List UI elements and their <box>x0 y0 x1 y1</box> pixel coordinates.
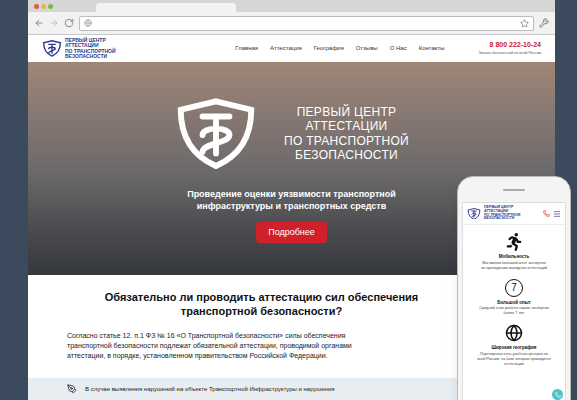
pen-icon <box>67 384 77 394</box>
reload-icon[interactable] <box>64 18 74 28</box>
page-icon <box>84 19 92 27</box>
settings-icon[interactable] <box>539 18 549 28</box>
site-logo[interactable]: ПЕРВЫЙ ЦЕНТРАТТЕСТАЦИИПО ТРАНСПОРТНОЙБЕЗ… <box>42 38 116 59</box>
window-controls <box>34 4 53 9</box>
feature-card: МобильностьМы имеем большой штат эксперт… <box>463 233 565 271</box>
question-title-line: транспортной безопасности? <box>181 304 342 318</box>
mobile-phone-icon[interactable] <box>543 210 550 217</box>
logo-icon <box>467 208 481 220</box>
nav-item[interactable]: Аттестация <box>270 44 302 53</box>
nav-item[interactable]: Отзывы <box>356 44 378 53</box>
feature-text-line: аттестация <box>504 362 524 367</box>
hero-shield-icon <box>174 98 258 169</box>
browser-tab[interactable] <box>96 3 236 12</box>
feature-text-line: всей России, на базе которых проводится <box>477 357 551 362</box>
close-dot[interactable] <box>34 4 39 9</box>
feature-card: Широкая географияПартнерская сеть учебны… <box>463 324 565 367</box>
feature-title: Большой опыт <box>497 300 531 307</box>
more-button[interactable]: Подробнее <box>256 222 327 244</box>
nav-item[interactable]: О Нас <box>390 44 407 53</box>
mobile-logo[interactable]: ПЕРВЫЙ ЦЕНТРАТТЕСТАЦИИПО ТРАНСПОРТНОЙБЕЗ… <box>467 206 520 221</box>
hero-subtitle-line: Проведение оценки уязвимости транспортно… <box>187 189 396 200</box>
logo-icon <box>42 40 62 57</box>
logo-line: БЕЗОПАСНОСТИ <box>484 217 520 221</box>
phone-mockup: ПЕРВЫЙ ЦЕНТРАТТЕСТАЦИИПО ТРАНСПОРТНОЙБЕЗ… <box>457 176 571 400</box>
bookmark-icon[interactable] <box>520 19 529 28</box>
hero-title-line: БЕЗОПАСНОСТИ <box>295 148 398 162</box>
feature-title: Мобильность <box>499 254 530 261</box>
hero-subtitle: Проведение оценки уязвимости транспортно… <box>187 189 396 212</box>
main-nav: Главная Аттестация География Отзывы О Нас Кон… <box>235 44 444 53</box>
logo-line: БЕЗОПАСНОСТИ <box>65 54 116 59</box>
question-title-line: Обязательно ли проводить аттестацию сил … <box>105 290 419 304</box>
feature-text-line: более 7 лет <box>504 311 525 316</box>
minimize-dot[interactable] <box>41 4 46 9</box>
feature-card: 7 Большой опытСредний стаж работы наших э… <box>463 279 565 317</box>
screen: ПЕРВЫЙ ЦЕНТРАТТЕСТАЦИИПО ТРАНСПОРТНОЙБЕЗ… <box>0 0 577 400</box>
mobile-menu-icon[interactable] <box>553 210 561 218</box>
phone-note: Звонок бесплатный по всей России <box>479 51 541 57</box>
phone-speaker <box>503 189 525 191</box>
address-bar <box>28 12 555 35</box>
maximize-dot[interactable] <box>48 4 53 9</box>
globe-icon <box>505 324 523 342</box>
site-header: ПЕРВЫЙ ЦЕНТРАТТЕСТАЦИИПО ТРАНСПОРТНОЙБЕЗ… <box>28 35 555 62</box>
feature-text-line: Партнерская сеть учебных центров по <box>480 352 548 357</box>
hero-brand: ПЕРВЫЙ ЦЕНТРАТТЕСТАЦИИПО ТРАНСПОРТНОЙБЕЗ… <box>174 98 409 169</box>
back-icon[interactable] <box>34 18 44 28</box>
number-badge-icon: 7 <box>505 279 523 297</box>
hero-subtitle-line: инфраструктуры и транспортных средств <box>197 201 387 212</box>
chat-button[interactable] <box>552 389 563 400</box>
phone-number[interactable]: 8 800 222-10-24 <box>490 40 541 51</box>
phone-screen: ПЕРВЫЙ ЦЕНТРАТТЕСТАЦИИПО ТРАНСПОРТНОЙБЕЗ… <box>462 202 566 400</box>
url-field[interactable] <box>79 16 534 31</box>
nav-item[interactable]: География <box>314 44 344 53</box>
header-phone[interactable]: 8 800 222-10-24Звонок бесплатный по всей… <box>479 40 541 56</box>
tab-bar <box>28 0 555 12</box>
nav-item[interactable]: Главная <box>235 44 258 53</box>
hero-title-line: ПО ТРАНСПОРТНОЙ <box>284 134 409 148</box>
hero-title: ПЕРВЫЙ ЦЕНТРАТТЕСТАЦИИПО ТРАНСПОРТНОЙБЕЗ… <box>284 105 409 163</box>
feature-text-line: по проведению выездных аттестаций <box>481 266 547 271</box>
hero-title-line: АТТЕСТАЦИИ <box>305 119 387 133</box>
chat-phone-icon <box>555 392 561 398</box>
mobile-header: ПЕРВЫЙ ЦЕНТРАТТЕСТАЦИИПО ТРАНСПОРТНОЙБЕЗ… <box>463 203 565 225</box>
forward-icon[interactable] <box>49 18 59 28</box>
feature-title: Широкая география <box>492 345 537 352</box>
runner-icon <box>505 233 523 251</box>
notice-text: В случае выявления нарушений на объекте … <box>85 385 335 394</box>
nav-item[interactable]: Контакты <box>419 44 445 53</box>
feature-text-line: Средний стаж работы наших экспертов <box>479 306 549 311</box>
hero-title-line: ПЕРВЫЙ ЦЕНТР <box>297 105 397 119</box>
feature-text-line: Мы имеем большой штат экспертов <box>482 261 545 266</box>
